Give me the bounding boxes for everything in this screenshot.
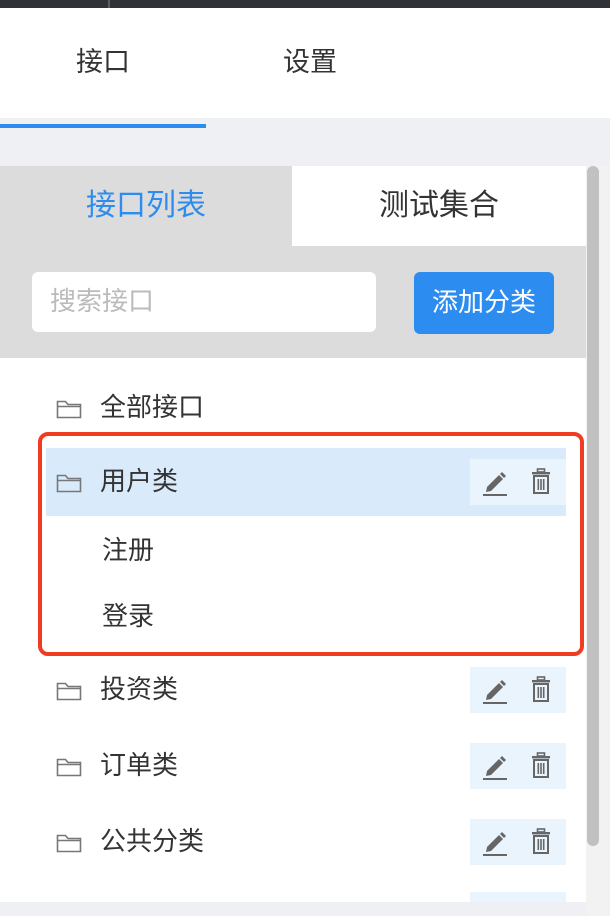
search-input[interactable] [32, 272, 376, 332]
edit-icon[interactable] [480, 675, 510, 705]
panel-tab-bar: 接口列表 测试集合 [0, 166, 586, 246]
edit-icon[interactable] [480, 751, 510, 781]
category-label: 用户类 [100, 467, 179, 497]
trash-icon[interactable] [526, 675, 556, 705]
top-bar-separator [108, 0, 110, 8]
tree-item-label: 全部接口 [100, 393, 205, 423]
category-row[interactable]: 投资类 [46, 656, 566, 724]
tree-item-all[interactable]: 全部接口 [46, 374, 566, 442]
tab-interface-list[interactable]: 接口列表 [0, 166, 292, 246]
category-actions [470, 743, 566, 789]
folder-icon [56, 474, 82, 493]
category-label: 公共分类 [100, 827, 205, 857]
edit-icon[interactable] [480, 827, 510, 857]
category-label: 投资类 [100, 675, 179, 705]
interface-item[interactable]: 注册 [102, 518, 154, 584]
category-row[interactable]: 用户类 [46, 448, 566, 516]
search-toolbar: 添加分类 [0, 246, 586, 358]
trash-icon[interactable] [526, 467, 556, 497]
interface-panel: 接口列表 测试集合 添加分类 全部接口 用户类 [0, 166, 586, 916]
tab-interface[interactable]: 接口 [0, 8, 206, 118]
interface-item[interactable]: 登录 [102, 584, 154, 650]
window-top-bar [0, 0, 610, 8]
add-category-button[interactable]: 添加分类 [414, 272, 554, 334]
category-row[interactable]: 公共分类 [46, 808, 566, 876]
folder-icon [56, 400, 82, 419]
folder-icon [56, 682, 82, 701]
folder-icon [56, 758, 82, 777]
bottom-strip [0, 902, 586, 916]
edit-icon[interactable] [480, 467, 510, 497]
interface-tree: 全部接口 用户类 注册 登录 投资类 订单类 公共分类 [0, 358, 586, 916]
category-label: 订单类 [100, 751, 179, 781]
tab-settings[interactable]: 设置 [206, 8, 414, 118]
folder-icon [56, 834, 82, 853]
category-actions [470, 667, 566, 713]
scrollbar-thumb[interactable] [587, 166, 599, 846]
category-row[interactable]: 订单类 [46, 732, 566, 800]
active-tab-indicator [0, 124, 206, 128]
trash-icon[interactable] [526, 751, 556, 781]
main-tab-bar: 接口 设置 [0, 8, 610, 128]
tab-test-collection[interactable]: 测试集合 [292, 166, 586, 246]
category-actions [470, 819, 566, 865]
trash-icon[interactable] [526, 827, 556, 857]
category-actions [470, 459, 566, 505]
